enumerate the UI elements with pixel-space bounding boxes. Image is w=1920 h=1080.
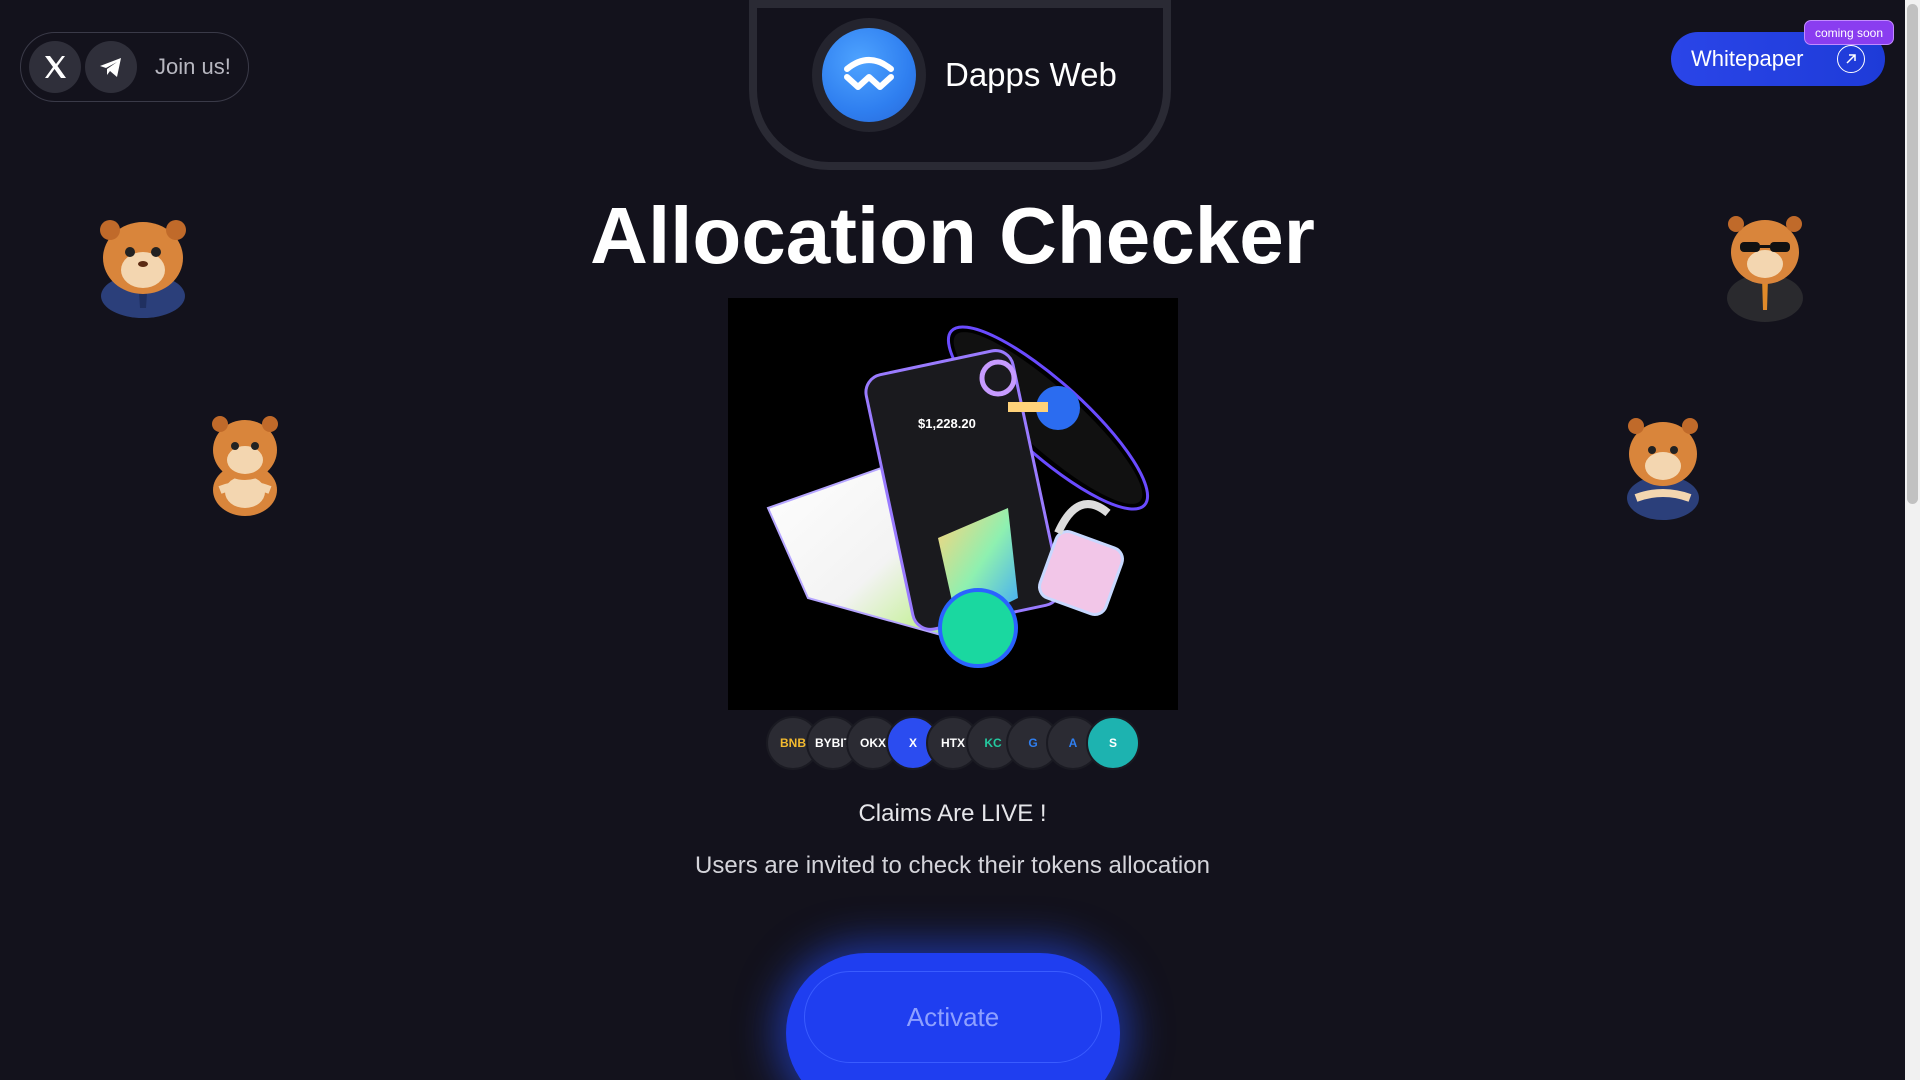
telegram-icon bbox=[100, 58, 121, 77]
walletconnect-logo-icon bbox=[822, 28, 916, 122]
join-us-group: Join us! bbox=[20, 32, 249, 102]
whitepaper-label: Whitepaper bbox=[1691, 46, 1804, 71]
join-us-label[interactable]: Join us! bbox=[155, 54, 231, 80]
scrollbar-thumb[interactable] bbox=[1907, 4, 1918, 504]
brand-divider bbox=[757, 0, 1163, 8]
brand-name: Dapps Web bbox=[945, 56, 1117, 93]
subtitle-text: Users are invited to check their tokens … bbox=[695, 852, 1210, 879]
hero-balance: $1,228.20 bbox=[918, 416, 976, 431]
brand-logo-ring bbox=[812, 18, 926, 132]
hamster-mascot-image bbox=[1627, 418, 1699, 520]
telegram-link[interactable] bbox=[85, 41, 137, 93]
activate-button[interactable]: Activate bbox=[804, 971, 1102, 1063]
x-icon bbox=[45, 56, 66, 78]
page-title: Allocation Checker bbox=[590, 191, 1315, 280]
arrow-up-right-icon bbox=[1837, 45, 1865, 73]
claims-status-text: Claims Are LIVE ! bbox=[858, 800, 1047, 827]
activate-glow: Activate bbox=[786, 953, 1120, 1080]
coming-soon-badge: coming soon bbox=[1804, 20, 1894, 45]
scrollbar[interactable] bbox=[1905, 0, 1920, 1080]
page: Join us! Dapps Web Whitepaper coming soo… bbox=[0, 0, 1920, 1080]
hamster-mascot-image bbox=[212, 416, 278, 516]
exchange-s-logo-icon: S bbox=[1086, 716, 1140, 770]
brand-header: Dapps Web bbox=[749, 0, 1171, 170]
hero-wallet-illustration: $1,228.20 bbox=[728, 298, 1178, 710]
x-link[interactable] bbox=[29, 41, 81, 93]
